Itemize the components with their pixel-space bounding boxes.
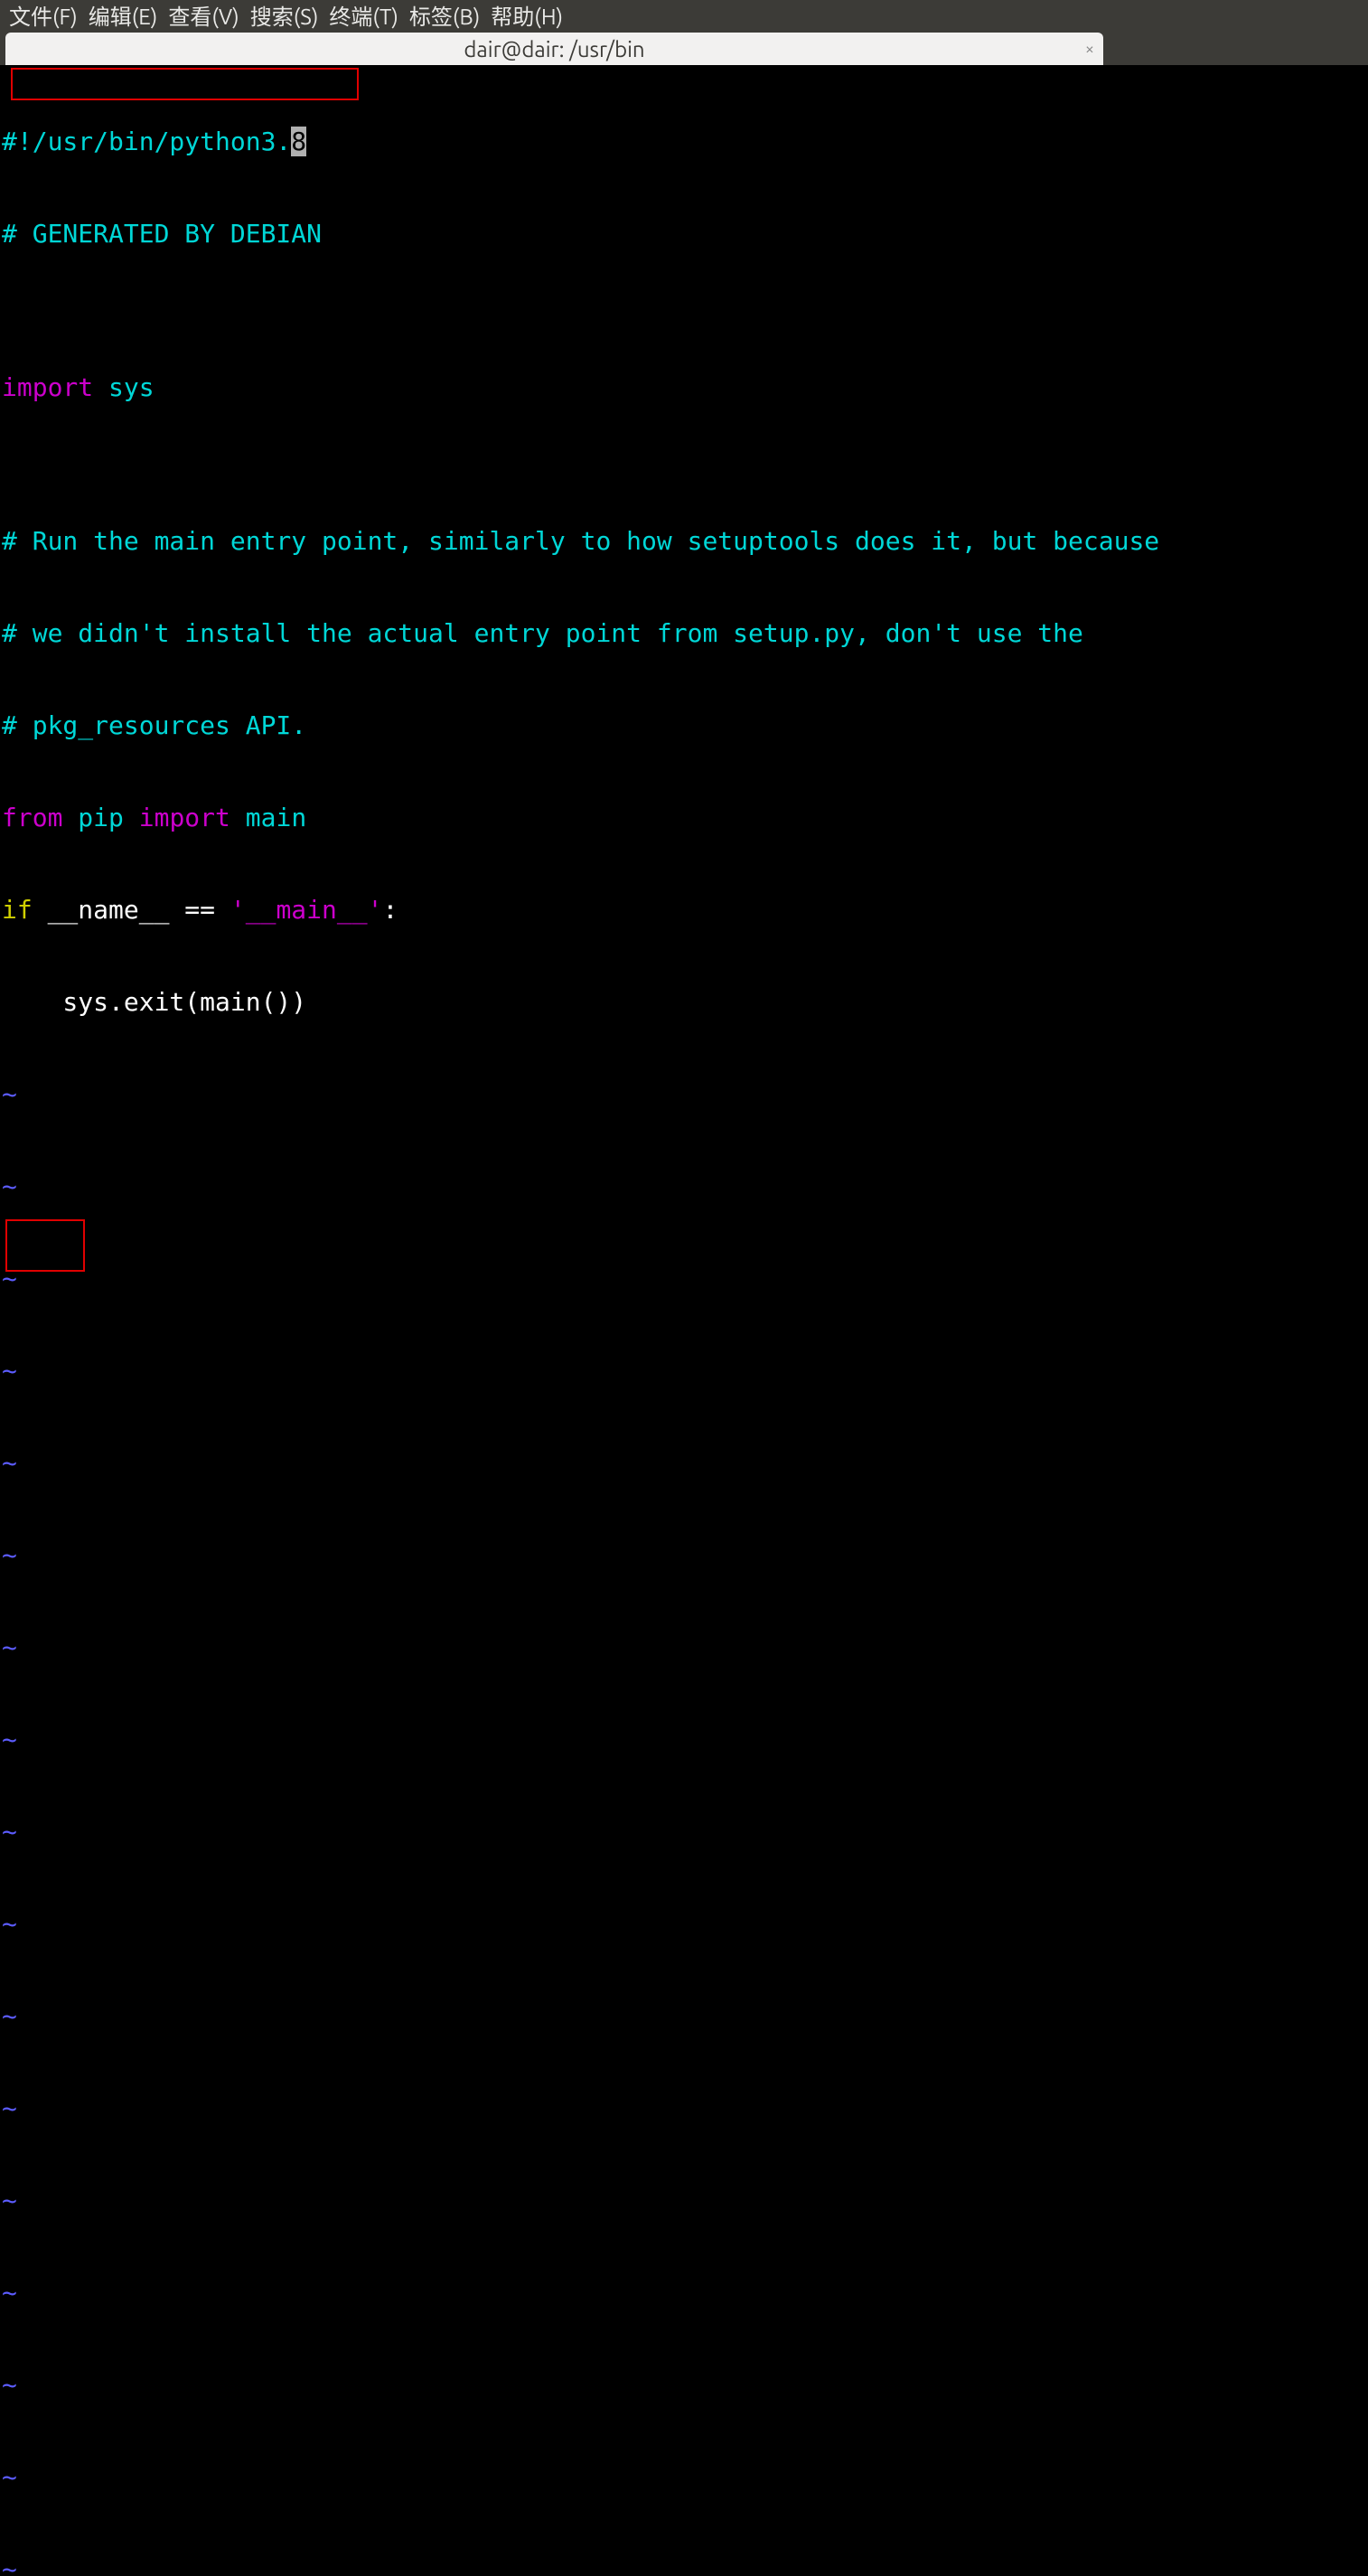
- code-line-exit: sys.exit(main()): [2, 987, 1366, 1018]
- vim-tilde: ~: [2, 1264, 1366, 1294]
- menu-edit[interactable]: 编辑(E): [89, 0, 158, 31]
- vim-tilde: ~: [2, 2093, 1366, 2124]
- code-line-comment: # GENERATED BY DEBIAN: [2, 219, 1366, 249]
- menu-tabs[interactable]: 标签(B): [409, 0, 480, 31]
- vim-tilde: ~: [2, 2370, 1366, 2401]
- close-icon[interactable]: ×: [1085, 40, 1094, 58]
- vim-tilde: ~: [2, 1079, 1366, 1110]
- vim-tilde: ~: [2, 2278, 1366, 2308]
- vim-tilde: ~: [2, 2462, 1366, 2493]
- menu-help[interactable]: 帮助(H): [491, 0, 563, 31]
- menu-bar: 文件(F) 编辑(E) 查看(V) 搜索(S) 终端(T) 标签(B) 帮助(H…: [0, 0, 1368, 29]
- menu-terminal[interactable]: 终端(T): [329, 0, 398, 31]
- code-line-import: import sys: [2, 372, 1366, 403]
- tab-title: dair@dair: /usr/bin: [464, 37, 644, 61]
- vim-tilde: ~: [2, 1540, 1366, 1571]
- vim-tilde: ~: [2, 1909, 1366, 1940]
- code-line-comment: # we didn't install the actual entry poi…: [2, 618, 1366, 649]
- terminal-viewport[interactable]: #!/usr/bin/python3.8 # GENERATED BY DEBI…: [0, 65, 1368, 1288]
- code-line-comment: # Run the main entry point, similarly to…: [2, 526, 1366, 557]
- tab-bar: dair@dair: /usr/bin ×: [0, 29, 1368, 65]
- vim-tilde: ~: [2, 1725, 1366, 1755]
- vim-tilde: ~: [2, 2554, 1366, 2576]
- code-line-from-import: from pip import main: [2, 803, 1366, 833]
- vim-tilde: ~: [2, 2186, 1366, 2216]
- code-line-comment: # pkg_resources API.: [2, 710, 1366, 741]
- vim-tilde: ~: [2, 1817, 1366, 1847]
- cursor: 8: [291, 127, 306, 156]
- menu-search[interactable]: 搜索(S): [250, 0, 319, 31]
- vim-tilde: ~: [2, 1171, 1366, 1202]
- menu-view[interactable]: 查看(V): [168, 0, 239, 31]
- vim-tilde: ~: [2, 1356, 1366, 1387]
- vim-tilde: ~: [2, 1448, 1366, 1479]
- vim-tilde: ~: [2, 2001, 1366, 2032]
- code-line-if: if __name__ == '__main__':: [2, 895, 1366, 926]
- vim-tilde: ~: [2, 1632, 1366, 1663]
- menu-file[interactable]: 文件(F): [9, 0, 78, 31]
- code-line-shebang: #!/usr/bin/python3.8: [2, 127, 1366, 157]
- editor-content[interactable]: #!/usr/bin/python3.8 # GENERATED BY DEBI…: [2, 65, 1366, 2576]
- terminal-tab[interactable]: dair@dair: /usr/bin ×: [5, 33, 1103, 65]
